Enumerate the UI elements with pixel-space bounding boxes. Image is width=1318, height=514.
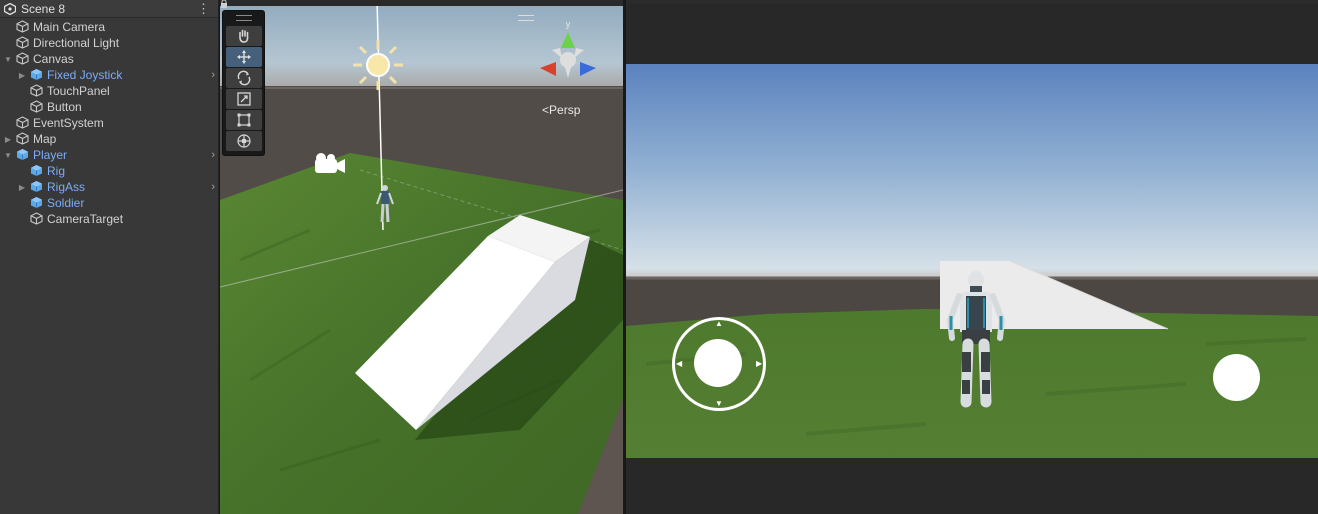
hierarchy-item-label: Main Camera [33,20,106,34]
hierarchy-item-label: Button [47,100,82,114]
rotate-tool-icon [237,70,251,86]
prefab-cube-icon [31,181,42,192]
scale-tool-icon [237,92,251,106]
scene-toolbar-edge [220,0,623,6]
prefab-cube-icon [31,165,42,176]
joystick-up-arrow-icon: ▲ [715,319,723,328]
hierarchy-item[interactable]: ▼ Canvas [0,51,219,67]
hierarchy-item-label: Directional Light [33,36,120,50]
hierarchy-item[interactable]: ▶ RigAss › [0,179,219,195]
scene-title: Scene 8 [21,1,66,16]
joystick-handle[interactable] [694,339,742,387]
gameobject-cube-icon [16,132,29,145]
open-prefab-arrow-icon[interactable]: › [211,69,215,81]
fold-collapsed-icon[interactable]: ▶ [17,179,27,195]
move-tool-icon [237,50,251,64]
hierarchy-item[interactable]: Main Camera [0,19,219,35]
hand-tool-icon [239,29,249,43]
hierarchy-item-label: Rig [47,164,66,178]
scene-menu-icon[interactable] [518,15,534,21]
hierarchy-item[interactable]: ▶ Map [0,131,219,147]
hierarchy-item-label: Player [33,148,68,162]
gameobject-cube-icon [16,20,29,33]
directional-light-icon[interactable] [353,40,403,90]
rect-tool-button[interactable] [226,110,262,130]
game-sky [626,64,1318,279]
move-tool-button[interactable] [226,47,262,67]
hierarchy-item-label: Fixed Joystick [47,68,123,82]
gameobject-cube-icon [30,84,43,97]
gizmo-axis-label: y [566,19,571,29]
hierarchy-item[interactable]: Button [0,99,219,115]
hierarchy-item-label: TouchPanel [47,84,110,98]
hierarchy-item-label: RigAss [47,180,86,194]
scale-tool-button[interactable] [226,89,262,109]
projection-label: Persp [549,103,581,117]
game-view[interactable]: ▲ ▼ ◀ ▶ [626,64,1318,458]
transform-tool-icon [237,134,251,148]
hierarchy-item[interactable]: Directional Light [0,35,219,51]
hierarchy-item-label: Canvas [33,52,74,66]
hierarchy-item[interactable]: ▼ Player › [0,147,219,163]
prefab-cube-icon [17,149,28,160]
persp-chevron-icon: < [542,103,550,117]
hierarchy-item[interactable]: Rig [0,163,219,179]
game-toolbar-edge [626,0,1318,4]
lock-icon[interactable] [220,0,228,8]
hierarchy-item[interactable]: TouchPanel [0,83,219,99]
tool-strip-grip-icon[interactable] [236,15,252,21]
hierarchy-item-label: Map [33,132,57,146]
hierarchy-item[interactable]: CameraTarget [0,211,219,227]
hierarchy-header: Scene 8 ⋮ [0,0,218,18]
joystick-down-arrow-icon: ▼ [715,399,723,408]
gameobject-cube-icon [30,100,43,113]
fold-expanded-icon[interactable]: ▼ [3,51,13,67]
gameobject-cube-icon [30,212,43,225]
unity-scene-icon [4,2,16,15]
transform-tool-button[interactable] [226,131,262,151]
scene-viewport[interactable]: y [220,0,623,514]
hierarchy-item-label: EventSystem [33,116,104,130]
jump-button[interactable] [1213,354,1260,401]
joystick-right-arrow-icon: ▶ [756,359,763,368]
gameobject-cube-icon [16,116,29,129]
fold-collapsed-icon[interactable]: ▶ [17,67,27,83]
projection-toggle[interactable]: <Persp [542,103,580,117]
hierarchy-item-label: CameraTarget [47,212,124,226]
scene-view[interactable]: y <Persp [220,0,623,514]
hierarchy-item[interactable]: EventSystem [0,115,219,131]
rotate-tool-button[interactable] [226,68,262,88]
open-prefab-arrow-icon[interactable]: › [211,181,215,193]
fold-expanded-icon[interactable]: ▼ [3,147,13,163]
gameobject-cube-icon [16,36,29,49]
hierarchy-item[interactable]: ▶ Fixed Joystick › [0,67,219,83]
prefab-cube-icon [31,69,42,80]
gameobject-cube-icon [16,52,29,65]
hand-tool-button[interactable] [226,26,262,46]
rect-tool-icon [237,113,251,127]
hierarchy-item-label: Soldier [47,196,85,210]
joystick-left-arrow-icon: ◀ [676,359,683,368]
hierarchy-panel: Scene 8 ⋮ Main Camera Directional Light ▼ C… [0,0,219,514]
scene-tool-strip [222,10,265,156]
game-panel: ▲ ▼ ◀ ▶ [626,0,1318,514]
kebab-menu-icon[interactable]: ⋮ [197,0,210,18]
open-prefab-arrow-icon[interactable]: › [211,149,215,161]
hierarchy-item[interactable]: Soldier [0,195,219,211]
prefab-cube-icon [31,197,42,208]
fold-collapsed-icon[interactable]: ▶ [3,131,13,147]
